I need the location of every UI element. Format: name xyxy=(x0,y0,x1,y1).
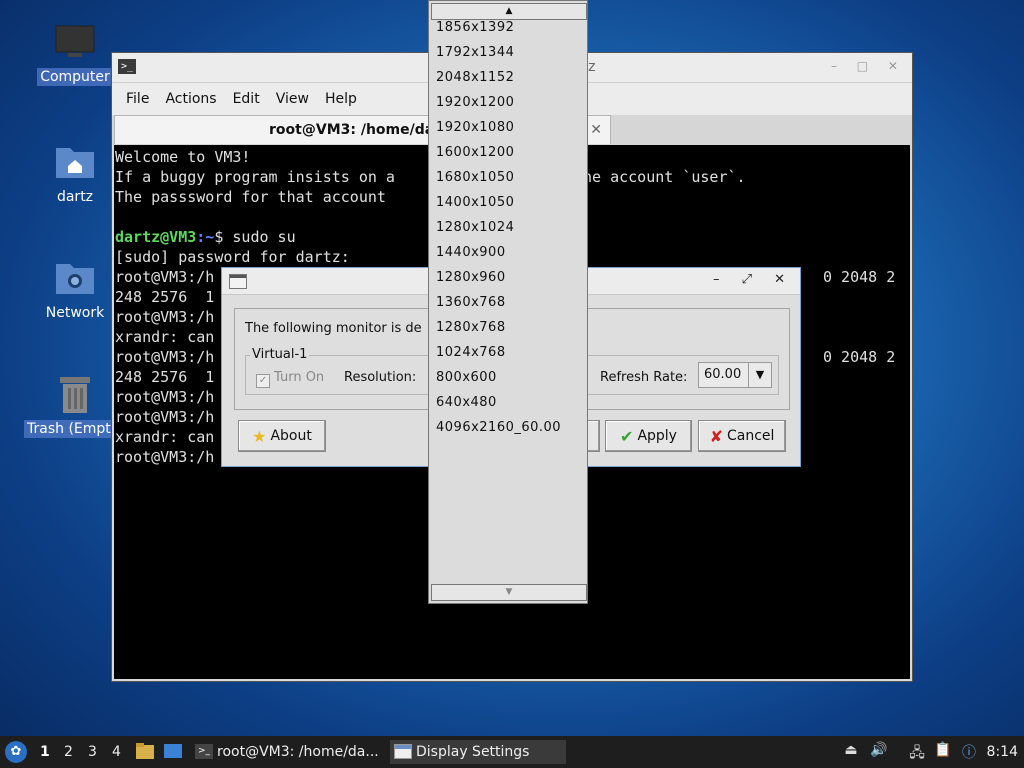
desktop-icon-computer[interactable]: Computer xyxy=(35,20,115,86)
checkmark-icon: ✔ xyxy=(620,426,634,446)
notification-icon[interactable]: ⓘ xyxy=(960,742,978,761)
workspace-4[interactable]: 4 xyxy=(112,744,121,760)
resolution-option[interactable]: 1600x1200 xyxy=(436,140,561,165)
resolution-option[interactable]: 1024x768 xyxy=(436,340,561,365)
menu-help[interactable]: Help xyxy=(317,91,365,107)
menu-view[interactable]: View xyxy=(268,91,317,107)
desktop-icon-label: dartz xyxy=(56,189,94,205)
dialog-window-controls[interactable]: – ⤢ ✕ xyxy=(713,272,794,287)
network-tray-icon[interactable]: 🖧 xyxy=(908,742,926,761)
resolution-option[interactable]: 1280x768 xyxy=(436,315,561,340)
close-tab-icon[interactable]: ✕ xyxy=(590,116,602,144)
workspace-3[interactable]: 3 xyxy=(88,744,97,760)
refresh-rate-combo[interactable]: 60.00 ▼ xyxy=(698,362,772,388)
volume-icon[interactable]: 🔊 xyxy=(870,742,888,760)
desktop-icon-label: Trash (Empty) xyxy=(24,420,114,438)
resolution-option[interactable]: 1280x1024 xyxy=(436,215,561,240)
terminal-icon: >_ xyxy=(195,744,213,759)
menu-edit[interactable]: Edit xyxy=(225,91,268,107)
checkbox-check-icon: ✓ xyxy=(256,374,270,388)
window-icon xyxy=(229,274,247,289)
desktop-icon-label: Network xyxy=(45,305,105,321)
cancel-x-icon: ✘ xyxy=(709,426,723,446)
resolution-option[interactable]: 1920x1080 xyxy=(436,115,561,140)
desktop-icon-home[interactable]: dartz xyxy=(35,140,115,206)
desktop-icon-trash[interactable]: Trash (Empty) xyxy=(24,372,115,442)
window-controls[interactable]: – □ ✕ xyxy=(831,59,906,73)
task-terminal[interactable]: >_ root@VM3: /home/da... xyxy=(191,740,409,764)
start-menu-icon[interactable]: ✿ xyxy=(5,741,27,763)
desktop-icon-label: Computer xyxy=(37,68,113,86)
resolution-option[interactable]: 1856x1392 xyxy=(436,15,561,40)
home-folder-icon xyxy=(53,140,97,184)
resolution-option[interactable]: 2048x1152 xyxy=(436,65,561,90)
cancel-button[interactable]: ✘ Cancel xyxy=(698,420,786,452)
desktop-icon-network[interactable]: Network xyxy=(35,256,115,322)
menu-actions[interactable]: Actions xyxy=(157,91,224,107)
clock: 8:14 xyxy=(986,744,1018,760)
resolution-label: Resolution: xyxy=(344,370,417,385)
clipboard-icon[interactable]: 📋 xyxy=(934,742,952,760)
trash-icon xyxy=(53,372,97,416)
file-manager-icon[interactable] xyxy=(135,742,155,760)
resolution-option[interactable]: 1680x1050 xyxy=(436,165,561,190)
show-desktop-icon[interactable] xyxy=(163,742,183,760)
resolution-dropdown-list[interactable]: ▲ 1856x1392 1792x1344 2048x1152 1920x1200 19… xyxy=(428,0,588,604)
resolution-option[interactable]: 1400x1050 xyxy=(436,190,561,215)
task-display-settings[interactable]: Display Settings xyxy=(390,740,566,764)
refresh-rate-label: Refresh Rate: xyxy=(600,370,688,385)
dialog-message: The following monitor is de xyxy=(245,321,422,336)
resolution-option[interactable]: 800x600 xyxy=(436,365,561,390)
apply-button[interactable]: ✔ Apply xyxy=(605,420,692,452)
workspace-2[interactable]: 2 xyxy=(64,744,73,760)
display-icon xyxy=(394,744,412,759)
resolution-option[interactable]: 4096x2160_60.00 xyxy=(436,415,561,440)
resolution-option[interactable]: 1792x1344 xyxy=(436,40,561,65)
resolution-option[interactable]: 1440x900 xyxy=(436,240,561,265)
monitor-icon xyxy=(53,20,97,64)
workspace-1[interactable]: 1 xyxy=(40,744,50,760)
about-button[interactable]: ★ About xyxy=(238,420,326,452)
resolution-option[interactable]: 1360x768 xyxy=(436,290,561,315)
chevron-down-icon[interactable]: ▼ xyxy=(748,363,771,387)
refresh-rate-value: 60.00 xyxy=(704,367,742,382)
scroll-down-arrow-icon[interactable]: ▼ xyxy=(431,584,587,601)
star-icon: ★ xyxy=(252,426,267,446)
menu-file[interactable]: File xyxy=(118,91,157,107)
eject-icon[interactable]: ⏏ xyxy=(842,742,860,760)
resolution-option[interactable]: 640x480 xyxy=(436,390,561,415)
resolution-option[interactable]: 1920x1200 xyxy=(436,90,561,115)
monitor-group-label: Virtual-1 xyxy=(250,347,310,362)
network-folder-icon xyxy=(53,256,97,300)
resolution-option[interactable]: 1280x960 xyxy=(436,265,561,290)
turn-on-checkbox[interactable]: ✓ Turn On xyxy=(256,370,324,388)
taskbar: ✿ 1 2 3 4 >_ root@VM3: /home/da... Displ… xyxy=(0,736,1024,768)
